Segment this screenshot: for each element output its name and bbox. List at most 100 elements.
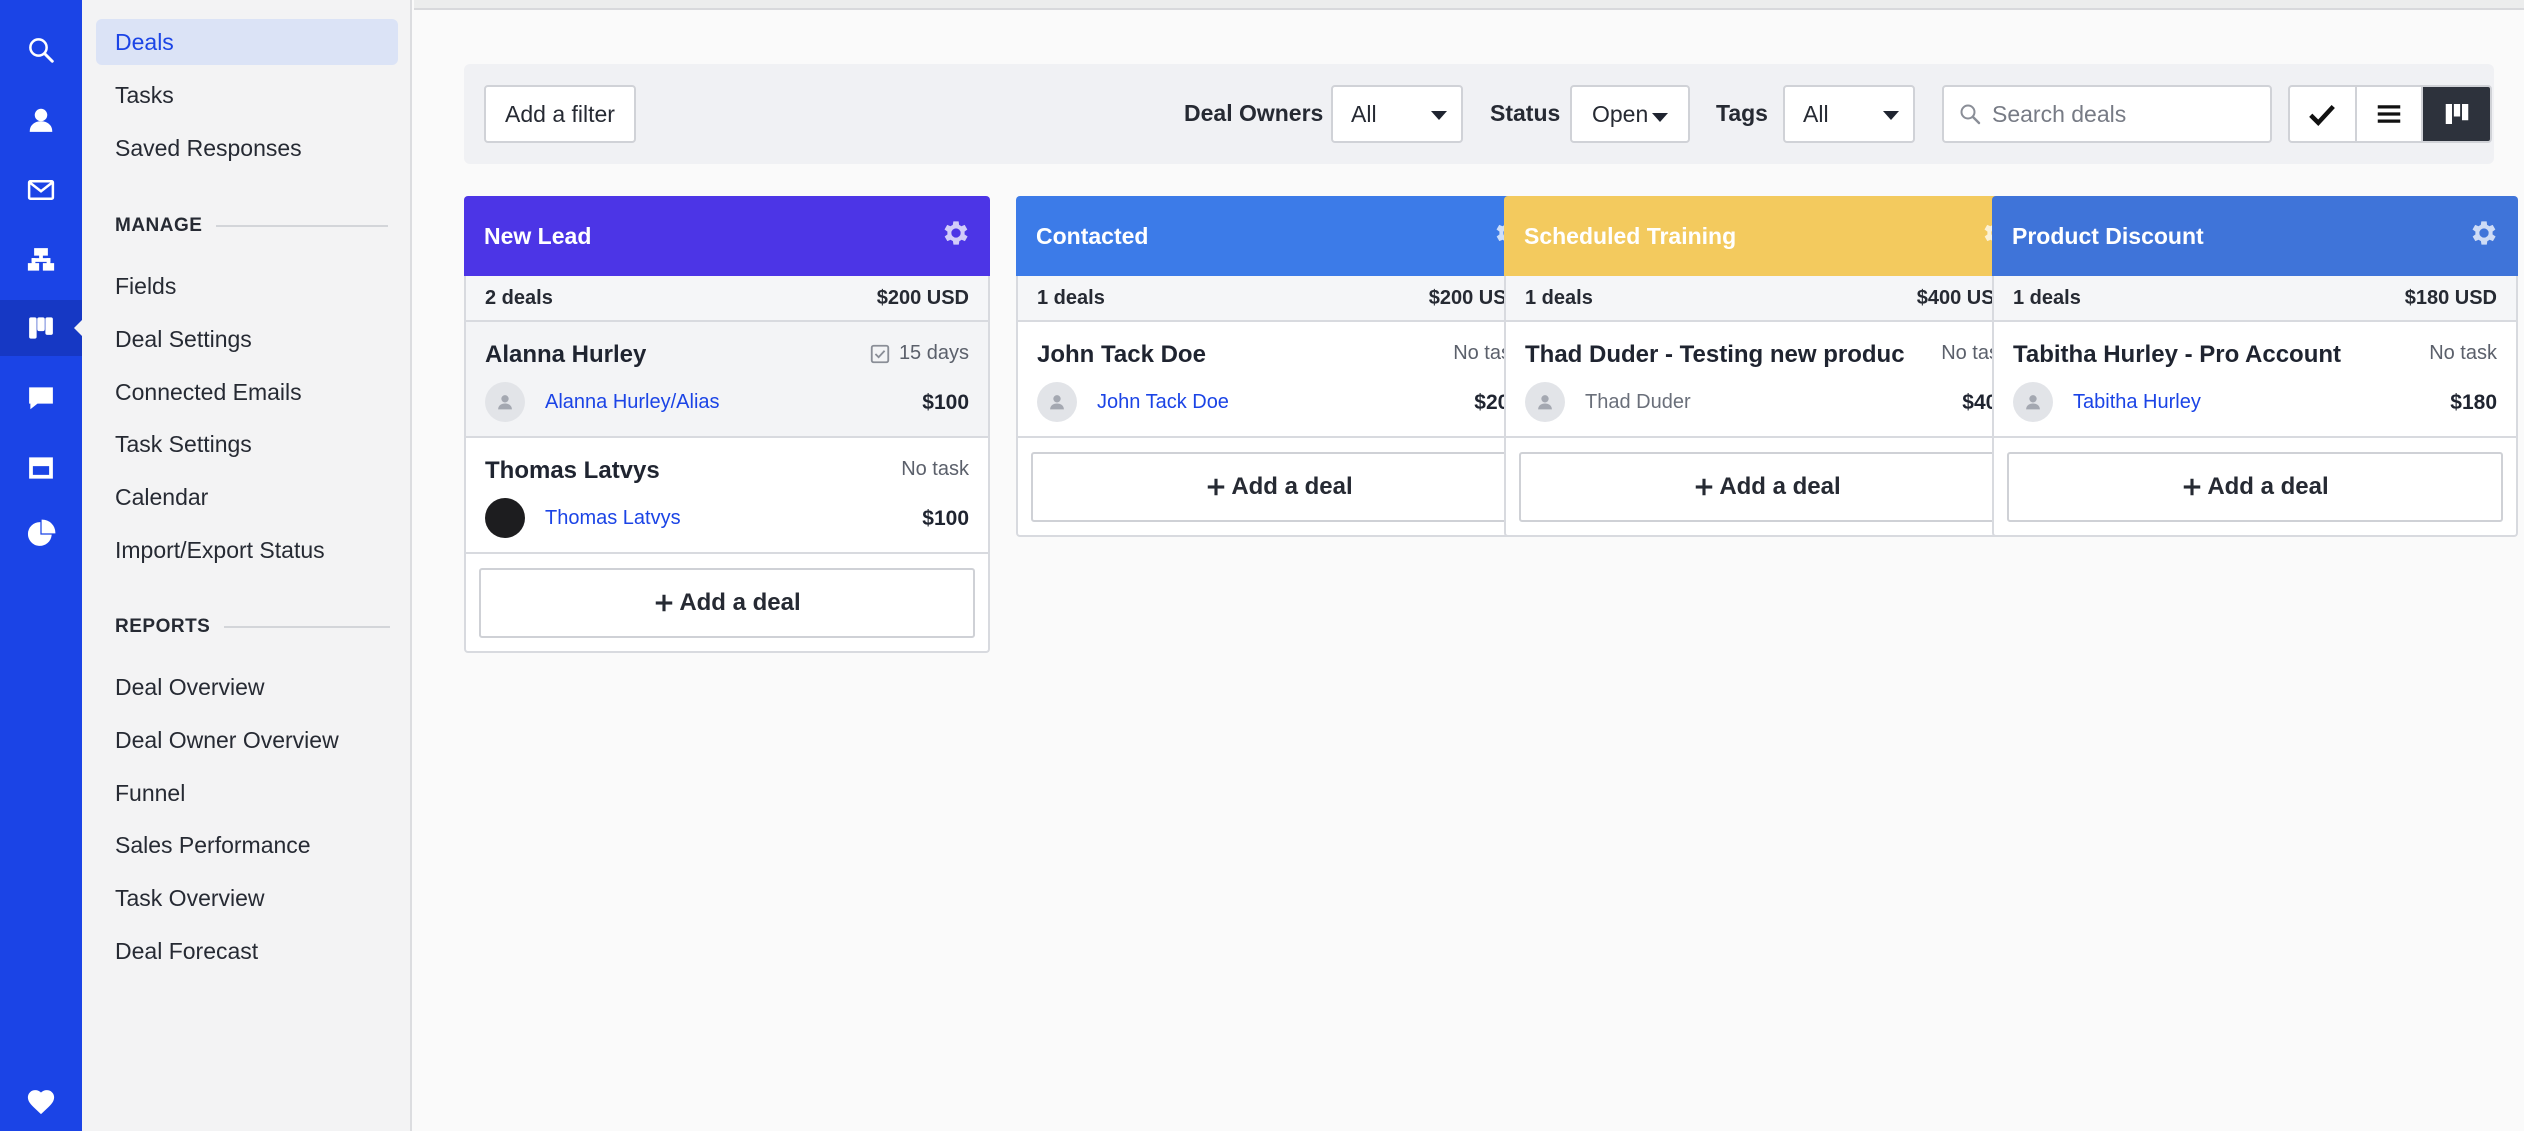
column-header[interactable]: Scheduled Training [1504,196,2030,276]
sitemap-icon[interactable] [0,232,82,288]
add-deal-wrap: Add a deal [1994,438,2516,535]
sidebar-item-fields[interactable]: Fields [96,263,398,309]
chevron-down-icon [1431,111,1447,120]
deal-task: No task [901,458,969,481]
avatar [485,498,525,538]
deal-card[interactable]: Alanna Hurley 15 days Alanna Hurley/Alia… [466,322,988,438]
deal-owner-name[interactable]: Tabitha Hurley [2073,391,2201,414]
pie-chart-icon[interactable] [0,506,82,562]
plus-icon [656,594,673,612]
checkbox-icon [869,343,891,365]
deal-owner: Thomas Latvys [485,498,681,538]
deal-card[interactable]: Thad Duder - Testing new produc No task … [1506,322,2028,438]
list-icon [2377,105,2401,123]
column-title: Scheduled Training [1524,222,1737,249]
add-deal-label: Add a deal [679,589,801,616]
add-deal-button[interactable]: Add a deal [1031,452,1527,522]
sidebar-item-sales-performance[interactable]: Sales Performance [96,822,398,868]
sidebar-item-saved-responses[interactable]: Saved Responses [96,125,398,171]
sidebar-item-deal-forecast[interactable]: Deal Forecast [96,928,398,974]
column-header[interactable]: Contacted [1016,196,1542,276]
gear-icon[interactable] [2468,217,2500,255]
deal-card[interactable]: Tabitha Hurley - Pro Account No task Tab… [1994,322,2516,438]
deal-owner-name[interactable]: Alanna Hurley/Alias [545,391,720,414]
deal-owner-name[interactable]: Thomas Latvys [545,507,681,530]
column-body: 1 deals $400 USD Thad Duder - Testing ne… [1504,276,2030,537]
deal-column: New Lead 2 deals $200 USD Alanna Hurley … [464,196,990,653]
sidebar-item-deal-owner-overview[interactable]: Deal Owner Overview [96,717,398,763]
deal-title: John Tack Doe [1037,341,1206,368]
sidebar-item-calendar[interactable]: Calendar [96,474,398,520]
sidebar-item-funnel[interactable]: Funnel [96,770,398,816]
tags-value: All [1803,100,1829,127]
plus-icon [1696,478,1713,496]
add-deal-label: Add a deal [1231,473,1353,500]
add-filter-button[interactable]: Add a filter [484,85,636,143]
add-deal-button[interactable]: Add a deal [479,568,975,638]
search-icon[interactable] [0,22,82,78]
deal-card[interactable]: Thomas Latvys No task Thomas Latvys $100 [466,438,988,554]
deal-count: 2 deals [485,286,553,309]
status-value: Open [1592,100,1649,127]
add-deal-label: Add a deal [2207,473,2329,500]
person-icon[interactable] [0,92,82,148]
sidebar-item-import-export-status[interactable]: Import/Export Status [96,527,398,573]
deal-owners-select[interactable]: All [1331,85,1463,143]
deal-column: Scheduled Training 1 deals $400 USD Thad… [1504,196,2030,537]
avatar [1037,382,1077,422]
deal-task-text: 15 days [898,342,969,364]
add-deal-button[interactable]: Add a deal [1519,452,2015,522]
deal-value: $100 [922,391,969,414]
column-header[interactable]: Product Discount [1992,196,2518,276]
deal-count: 1 deals [1037,286,1105,309]
top-divider [414,0,2524,10]
deal-total: $200 USD [876,286,969,309]
column-summary: 1 deals $180 USD [1994,276,2516,322]
manage-divider [216,225,389,227]
reports-heading-text: REPORTS [115,616,211,637]
deal-owner-name[interactable]: John Tack Doe [1097,391,1229,414]
check-icon [2309,104,2336,126]
gear-icon[interactable] [940,217,972,255]
column-header[interactable]: New Lead [464,196,990,276]
sidebar-item-connected-emails[interactable]: Connected Emails [96,369,398,415]
sidebar-item-tasks[interactable]: Tasks [96,72,398,118]
column-title: New Lead [484,222,592,249]
search-icon [1960,104,1981,125]
reports-heading: REPORTS [115,616,459,638]
column-summary: 1 deals $200 USD [1018,276,1540,322]
sidebar-item-deal-overview[interactable]: Deal Overview [96,664,398,710]
kanban-view-button[interactable] [2423,87,2490,141]
tags-select[interactable]: All [1783,85,1915,143]
chat-icon[interactable] [0,370,82,426]
deal-value: $100 [922,507,969,530]
sidebar-item-deal-settings[interactable]: Deal Settings [96,316,398,362]
add-deal-wrap: Add a deal [1018,438,1540,535]
deal-title: Thad Duder - Testing new produc [1525,341,1905,368]
sidebar-item-task-settings[interactable]: Task Settings [96,421,398,467]
sidebar: Deals Tasks Saved Responses MANAGE Field… [82,0,412,1131]
avatar [1525,382,1565,422]
list-view-button[interactable] [2357,87,2424,141]
mail-icon[interactable] [0,162,82,218]
manage-heading-text: MANAGE [115,215,203,236]
column-summary: 2 deals $200 USD [466,276,988,322]
search-input[interactable] [1992,100,2252,128]
avatar [2013,382,2053,422]
deal-task-text: No task [901,458,969,480]
kanban-icon[interactable] [0,300,83,356]
browser-icon[interactable] [0,440,82,496]
deal-card[interactable]: John Tack Doe No task John Tack Doe $200 [1018,322,1540,438]
column-summary: 1 deals $400 USD [1506,276,2028,322]
status-label: Status [1490,100,1561,126]
add-deal-button[interactable]: Add a deal [2007,452,2503,522]
reports-divider [224,626,391,628]
heart-icon[interactable] [0,1074,82,1130]
check-view-button[interactable] [2290,87,2357,141]
deal-task: No task [2429,342,2497,365]
sidebar-item-task-overview[interactable]: Task Overview [96,875,398,921]
deal-count: 1 deals [2013,286,2081,309]
sidebar-item-deals[interactable]: Deals [96,19,398,65]
status-select[interactable]: Open [1570,85,1690,143]
deal-column: Product Discount 1 deals $180 USD Tabith… [1992,196,2518,537]
